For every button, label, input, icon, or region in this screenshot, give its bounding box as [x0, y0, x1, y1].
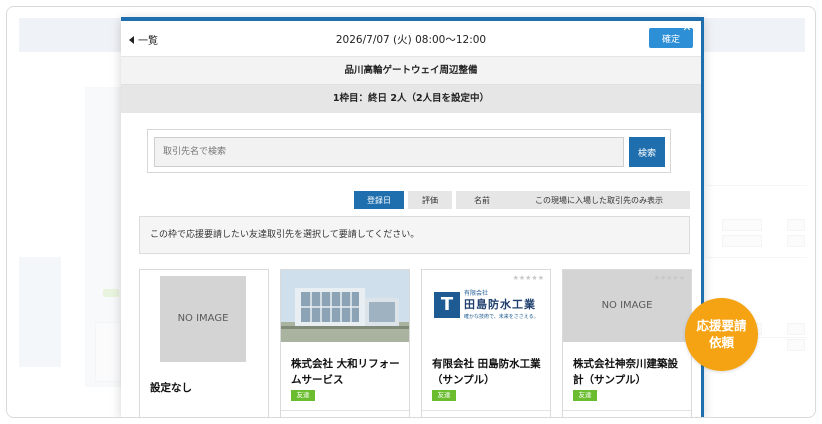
building-image	[281, 270, 409, 342]
modal-header: 一覧 2026/7/07 (火) 08:00〜12:00 確定 ✕	[121, 21, 701, 57]
partner-card-none[interactable]: NO IMAGE 設定なし	[139, 269, 269, 417]
card-divider	[563, 410, 691, 411]
support-request-fab[interactable]: 応援要請 依頼	[685, 298, 758, 371]
rating-stars-icon: ★★★★★	[512, 274, 544, 282]
search-button[interactable]: 検索	[629, 137, 665, 167]
sort-tab-rating[interactable]: 評価	[408, 191, 452, 209]
partner-search-input[interactable]	[154, 137, 624, 167]
friend-badge: 友達	[573, 390, 597, 401]
partner-name: 設定なし	[150, 382, 192, 394]
sort-tab-registered-date[interactable]: 登録日	[354, 191, 404, 209]
instruction-text: この枠で応援要請したい友達取引先を選択して要請してください。	[139, 216, 690, 254]
fab-label-line1: 応援要請	[696, 318, 747, 333]
screenshot-frame: 一覧 2026/7/07 (火) 08:00〜12:00 確定 ✕ 品川高輪ゲー…	[6, 6, 816, 418]
logo-tagline: 確かな技術で、未来をささえる。	[464, 314, 539, 320]
partner-card[interactable]: NO IMAGE ★★★★★ 株式会社神奈川建築設計（サンプル） 友達	[562, 269, 692, 417]
search-panel: 検索	[147, 129, 671, 173]
schedule-datetime: 2026/7/07 (火) 08:00〜12:00	[335, 34, 487, 46]
filter-entered-partners-button[interactable]: この現場に入場した取引先のみ表示	[508, 191, 690, 209]
no-image-placeholder: NO IMAGE	[160, 276, 246, 362]
partner-name: 有限会社 田島防水工業（サンプル）	[432, 358, 541, 386]
card-divider	[281, 410, 409, 411]
company-logo: ★★★★★ T 有限会社 田島防水工業 確かな技術で、未来をささえる。	[422, 270, 550, 342]
logo-company-name: 田島防水工業	[464, 298, 536, 311]
friend-badge: 友達	[432, 390, 456, 401]
site-name: 品川高輪ゲートウェイ周辺整備	[121, 57, 701, 85]
company-logo-mark-icon: T	[434, 292, 460, 318]
company-building-photo	[281, 270, 409, 342]
partner-card[interactable]: 株式会社 大和リフォームサービス 友達	[280, 269, 410, 417]
close-icon[interactable]: ✕	[681, 22, 693, 34]
rating-stars-icon: ★★★★★	[653, 274, 685, 282]
fab-label-line2: 依頼	[708, 335, 734, 350]
partner-card[interactable]: ★★★★★ T 有限会社 田島防水工業 確かな技術で、未来をささえる。 有限会社…	[421, 269, 551, 417]
partner-name: 株式会社神奈川建築設計（サンプル）	[573, 358, 678, 386]
friend-badge: 友達	[291, 390, 315, 401]
slot-info: 1枠目：終日 2人（2人目を設定中）	[121, 85, 701, 113]
sort-tab-name[interactable]: 名前	[456, 191, 508, 209]
partner-select-modal: 一覧 2026/7/07 (火) 08:00〜12:00 確定 ✕ 品川高輪ゲー…	[121, 17, 704, 417]
partner-name: 株式会社 大和リフォームサービス	[291, 358, 400, 386]
card-divider	[422, 410, 550, 411]
